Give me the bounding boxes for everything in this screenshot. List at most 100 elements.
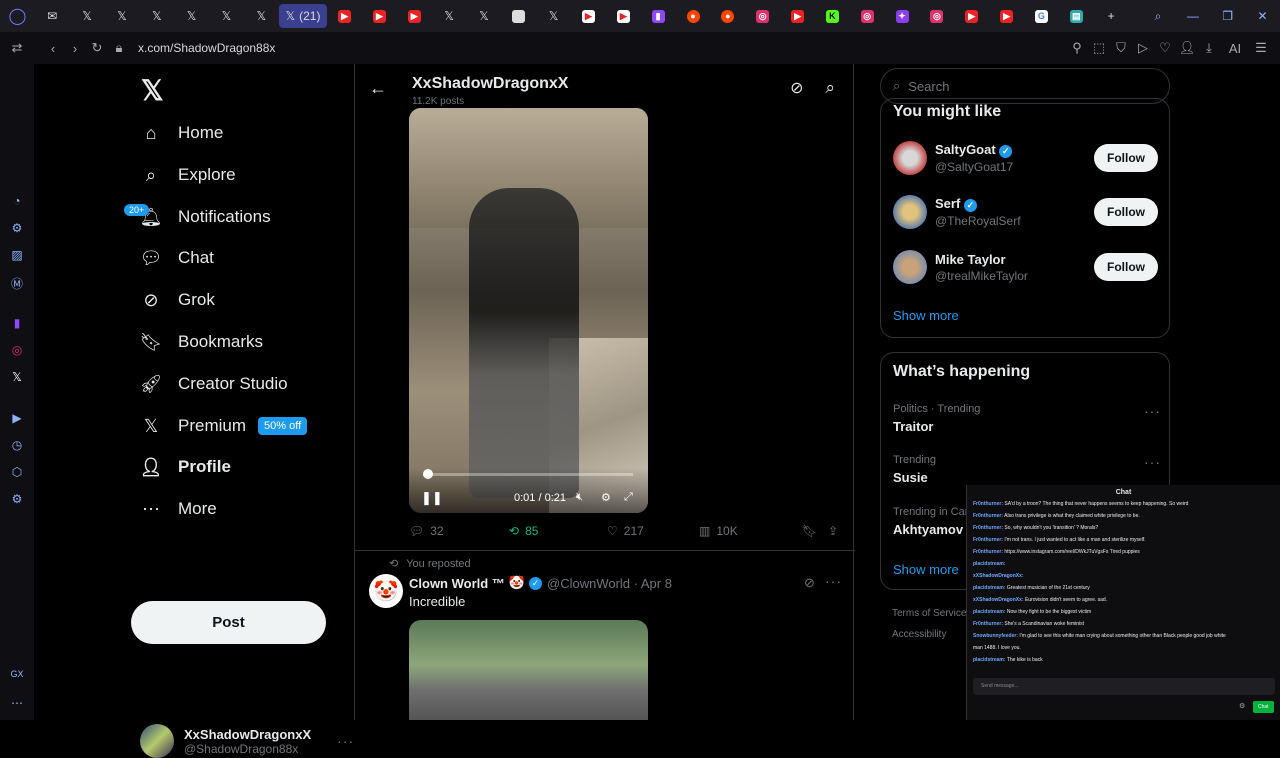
bookmark-icon[interactable]: 🔖︎ <box>802 524 828 538</box>
play-icon[interactable]: ▷ <box>1132 40 1154 56</box>
chat-username[interactable]: Snowbunnyfeeder: <box>973 633 1018 639</box>
sidebar-settings-icon[interactable]: ⚙ <box>0 492 34 519</box>
forward-icon[interactable]: › <box>64 41 86 56</box>
avatar[interactable]: 🤡 <box>369 574 403 608</box>
terms-link[interactable]: Terms of Service <box>892 608 966 619</box>
tab-reddit[interactable]: ● <box>676 0 711 32</box>
tab-youtube[interactable]: ▶ <box>780 0 815 32</box>
chat-username[interactable]: xXShadowDragonXx: <box>973 573 1024 579</box>
nav-profile[interactable]: 👤︎ Profile <box>140 447 231 487</box>
pin-icon[interactable]: ⚲ <box>1066 40 1088 56</box>
tab-youtube[interactable]: ▶ <box>397 0 432 32</box>
tab-x[interactable]: 𝕏 <box>105 0 140 32</box>
suggestion-item[interactable]: SaltyGoat ✓ @SaltyGoat17 Follow <box>893 141 1158 175</box>
url-field[interactable]: x.com/ShadowDragon88x <box>138 41 275 55</box>
tab-youtube[interactable]: ▶ <box>571 0 606 32</box>
mute-icon[interactable]: 🔇︎ <box>576 491 583 504</box>
back-arrow-icon[interactable]: ← <box>369 78 387 99</box>
back-icon[interactable]: ‹ <box>42 41 64 56</box>
chat-username[interactable]: placidstream: <box>973 609 1006 615</box>
maximize-icon[interactable]: ❐ <box>1210 0 1245 32</box>
more-icon[interactable]: ··· <box>825 573 842 589</box>
show-more-link[interactable]: Show more <box>893 562 959 577</box>
post-button[interactable]: Post <box>131 601 326 644</box>
chat-username[interactable]: Fr0nthurner: <box>973 513 1003 519</box>
nav-more[interactable]: ⋯ More <box>140 489 217 529</box>
heart-icon[interactable]: ♡ <box>1154 40 1176 56</box>
sidebar-history-icon[interactable]: ◷ <box>0 438 34 465</box>
tab-x[interactable]: 𝕏 <box>536 0 571 32</box>
sidebar-aria-icon[interactable]: ◔ <box>0 194 34 221</box>
video-progress-handle[interactable] <box>423 469 433 479</box>
chat-username[interactable]: Fr0nthurner: <box>973 621 1003 627</box>
sidebar-x-icon[interactable]: 𝕏 <box>0 370 34 397</box>
nav-bookmarks[interactable]: 🔖︎ Bookmarks <box>140 322 263 362</box>
nav-creator-studio[interactable]: 🚀︎ Creator Studio <box>140 364 288 404</box>
tab-active[interactable]: 𝕏 (21) <box>278 4 328 28</box>
reload-sync-icon[interactable]: ⇄ <box>6 40 28 56</box>
pause-icon[interactable]: ❚❚ <box>421 490 443 506</box>
fullscreen-icon[interactable]: ⤢ <box>624 491 633 504</box>
nav-explore[interactable]: ⌕ Explore <box>140 155 236 195</box>
tab-kick[interactable]: K <box>815 0 850 32</box>
tab-app[interactable]: ✦ <box>885 0 920 32</box>
suggestion-item[interactable]: Mike Taylor @trealMikeTaylor Follow <box>893 250 1158 284</box>
close-icon[interactable]: ✕ <box>1245 0 1280 32</box>
follow-button[interactable]: Follow <box>1094 144 1158 172</box>
tab-x[interactable]: 𝕏 <box>139 0 174 32</box>
tab-x[interactable]: 𝕏 <box>432 0 467 32</box>
sidebar-more-icon[interactable]: ⋯ <box>0 696 34 723</box>
nav-grok[interactable]: ⊘ Grok <box>140 280 214 320</box>
download-icon[interactable]: ⤓ <box>1198 40 1220 56</box>
chat-username[interactable]: Fr0nthurner: <box>973 525 1003 531</box>
chat-username[interactable]: placidstream: <box>973 561 1006 567</box>
nav-premium[interactable]: 𝕏 Premium 50% off <box>140 406 308 446</box>
follow-button[interactable]: Follow <box>1094 198 1158 226</box>
trend-item[interactable]: Politics · Trending Traitor ··· <box>893 403 1161 434</box>
tab-news[interactable] <box>501 0 536 32</box>
tab-google[interactable]: G <box>1024 0 1059 32</box>
settings-icon[interactable]: ⚙ <box>601 491 611 504</box>
new-tab-button[interactable]: + <box>1094 0 1129 32</box>
search-icon[interactable]: ⌕ <box>825 78 835 98</box>
like-button[interactable]: ♡ 217 <box>607 524 699 538</box>
snapshot-icon[interactable]: ⬚ <box>1088 40 1110 56</box>
views-button[interactable]: ▥ 10K <box>699 524 802 538</box>
tab-x[interactable]: 𝕏 <box>70 0 105 32</box>
accessibility-link[interactable]: Accessibility <box>892 629 946 640</box>
follow-button[interactable]: Follow <box>1094 253 1158 281</box>
chat-username[interactable]: placidstream: <box>973 585 1006 591</box>
tab-youtube[interactable]: ▶ <box>989 0 1024 32</box>
tweet-author-handle[interactable]: @ClownWorld · Apr 8 <box>547 576 672 591</box>
sidebar-app-icon[interactable]: ⚙ <box>0 221 34 248</box>
nav-home[interactable]: ⌂ Home <box>140 113 224 153</box>
tab-youtube[interactable]: ▶ <box>327 0 362 32</box>
trend-item[interactable]: Trending Susie ··· <box>893 454 1161 485</box>
tab-instagram[interactable]: ◎ <box>919 0 954 32</box>
account-icon[interactable]: 👤︎ <box>1176 40 1198 56</box>
share-icon[interactable]: ⇪ <box>828 524 838 538</box>
chat-settings-icon[interactable]: ⚙ <box>1239 702 1245 710</box>
shield-icon[interactable]: ⛉ <box>1110 40 1132 56</box>
reload-icon[interactable]: ↻ <box>86 40 108 56</box>
tab-reddit[interactable]: ● <box>710 0 745 32</box>
video-progress-bar[interactable] <box>423 473 633 476</box>
tab-twitch[interactable]: ▮ <box>641 0 676 32</box>
reply-button[interactable]: 💬︎ 32 <box>409 524 509 538</box>
sidebar-instagram-icon[interactable]: ◎ <box>0 343 34 370</box>
menu-icon[interactable]: ☰ <box>1250 40 1272 56</box>
tab-youtube[interactable]: ▶ <box>606 0 641 32</box>
minimize-icon[interactable]: — <box>1175 0 1210 32</box>
tab-app[interactable]: ▤ <box>1059 0 1094 32</box>
x-logo-icon[interactable]: 𝕏 <box>141 74 164 107</box>
sidebar-player-icon[interactable]: ▶ <box>0 411 34 438</box>
ai-icon[interactable]: AI <box>1220 41 1250 56</box>
more-icon[interactable]: ··· <box>1144 454 1161 470</box>
sidebar-extensions-icon[interactable]: ⬡ <box>0 465 34 492</box>
chat-input[interactable]: Send message... <box>973 678 1275 695</box>
sidebar-gx-icon[interactable]: GX <box>0 669 34 696</box>
tab-x[interactable]: 𝕏 <box>174 0 209 32</box>
chat-send-button[interactable]: Chat <box>1253 701 1274 713</box>
tweet-author-name[interactable]: Clown World ™ <box>409 576 505 591</box>
tab-x[interactable]: 𝕏 <box>467 0 502 32</box>
